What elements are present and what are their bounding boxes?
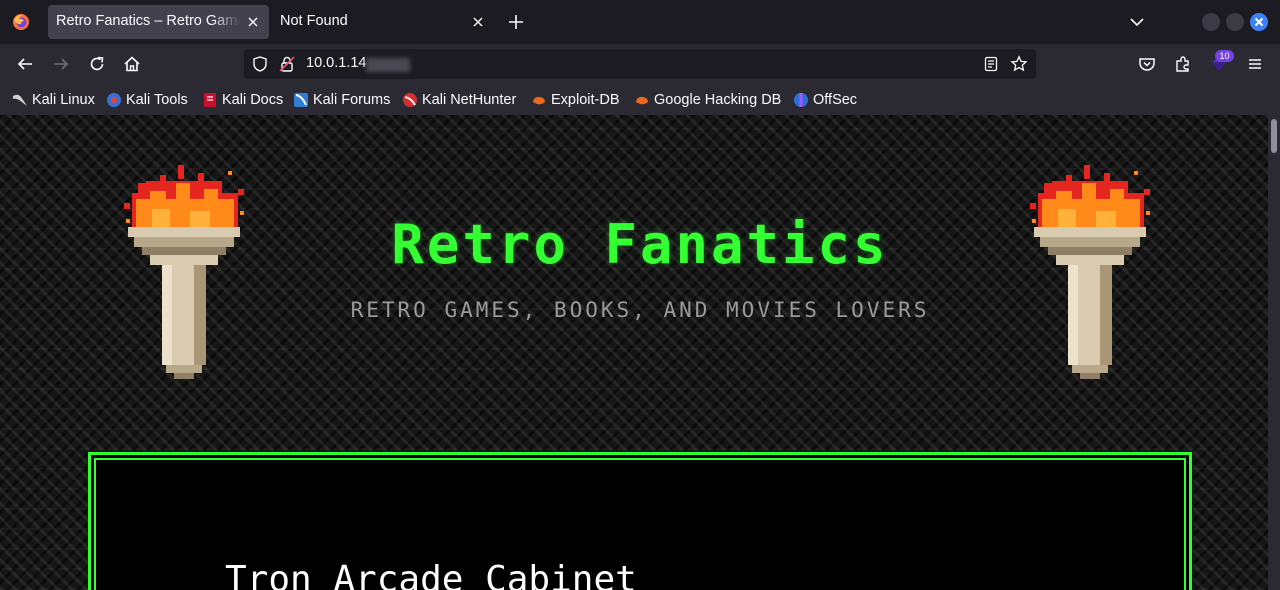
- site-tagline: RETRO GAMES, BOOKS, AND MOVIES LOVERS: [350, 298, 930, 322]
- bookmark-label: Google Hacking DB: [654, 92, 782, 108]
- reload-icon[interactable]: [87, 54, 107, 74]
- close-tab-icon[interactable]: [470, 14, 486, 30]
- bookmark-exploit-db[interactable]: Exploit-DB: [531, 90, 620, 110]
- tab-retro-fanatics[interactable]: Retro Fanatics – Retro Games, Books, and…: [48, 5, 269, 39]
- firefox-icon[interactable]: [12, 13, 30, 31]
- bookmarks-toolbar: Kali Linux Kali Tools Kali Docs Kali For…: [0, 84, 1280, 115]
- url-text[interactable]: 10.0.1.14: [306, 55, 366, 71]
- list-all-tabs-icon[interactable]: [1127, 12, 1147, 32]
- vertical-scrollbar[interactable]: [1268, 115, 1280, 590]
- kali-dragon-icon: [13, 94, 27, 106]
- forward-icon[interactable]: [51, 54, 71, 74]
- bookmark-label: Kali Linux: [32, 92, 95, 108]
- tracking-protection-shield-icon[interactable]: [251, 55, 269, 73]
- back-icon[interactable]: [15, 54, 35, 74]
- new-tab-icon[interactable]: [506, 12, 526, 32]
- bookmark-label: OffSec: [813, 92, 858, 108]
- exploit-db-icon: [533, 96, 545, 105]
- bookmark-kali-forums[interactable]: Kali Forums: [293, 90, 390, 110]
- content-panel: Tron Arcade Cabinet: [88, 452, 1192, 590]
- extension-badge-count: 10: [1215, 50, 1234, 62]
- url-bar[interactable]: 10.0.1.14: [244, 49, 1036, 79]
- navigation-toolbar: 10.0.1.14 10: [0, 44, 1280, 84]
- bookmark-label: Kali Tools: [126, 92, 188, 108]
- home-icon[interactable]: [122, 54, 142, 74]
- bookmark-label: Exploit-DB: [551, 92, 620, 108]
- tab-title: Not Found: [280, 13, 348, 29]
- extensions-icon[interactable]: [1173, 54, 1193, 74]
- redacted-url-path: [366, 58, 410, 72]
- bookmark-kali-linux[interactable]: Kali Linux: [12, 90, 95, 110]
- close-tab-icon[interactable]: [245, 14, 261, 30]
- bookmark-kali-docs[interactable]: Kali Docs: [202, 90, 283, 110]
- post-title[interactable]: Tron Arcade Cabinet: [225, 559, 637, 590]
- scrollbar-thumb[interactable]: [1271, 119, 1277, 153]
- bookmark-label: Kali Docs: [222, 92, 284, 108]
- bookmark-offsec[interactable]: OffSec: [793, 90, 857, 110]
- google-hacking-db-icon: [636, 96, 648, 105]
- tab-title: Retro Fanatics – Retro Games, Books, and…: [56, 13, 240, 29]
- tab-not-found[interactable]: Not Found: [272, 5, 494, 39]
- bookmark-google-hacking-db[interactable]: Google Hacking DB: [634, 90, 781, 110]
- insecure-lock-icon[interactable]: [278, 55, 296, 73]
- minimize-button[interactable]: [1202, 13, 1220, 31]
- reader-view-icon[interactable]: [982, 55, 1000, 73]
- bookmark-kali-nethunter[interactable]: Kali NetHunter: [402, 90, 516, 110]
- kali-nethunter-icon: [403, 93, 417, 107]
- pocket-icon[interactable]: [1137, 54, 1157, 74]
- close-window-button[interactable]: [1250, 13, 1268, 31]
- hamburger-menu-icon[interactable]: [1245, 54, 1265, 74]
- tab-strip: Retro Fanatics – Retro Games, Books, and…: [0, 0, 1280, 44]
- page-viewport: Retro Fanatics RETRO GAMES, BOOKS, AND M…: [0, 115, 1268, 590]
- offsec-icon: [794, 93, 808, 107]
- bookmark-label: Kali NetHunter: [422, 92, 517, 108]
- maximize-button[interactable]: [1226, 13, 1244, 31]
- bookmark-star-icon[interactable]: [1010, 55, 1028, 73]
- kali-tools-icon: [107, 93, 121, 107]
- kali-docs-icon: [204, 93, 216, 107]
- site-title[interactable]: Retro Fanatics: [0, 213, 1268, 276]
- kali-forums-icon: [294, 93, 308, 107]
- bookmark-label: Kali Forums: [313, 92, 391, 108]
- bookmark-kali-tools[interactable]: Kali Tools: [106, 90, 188, 110]
